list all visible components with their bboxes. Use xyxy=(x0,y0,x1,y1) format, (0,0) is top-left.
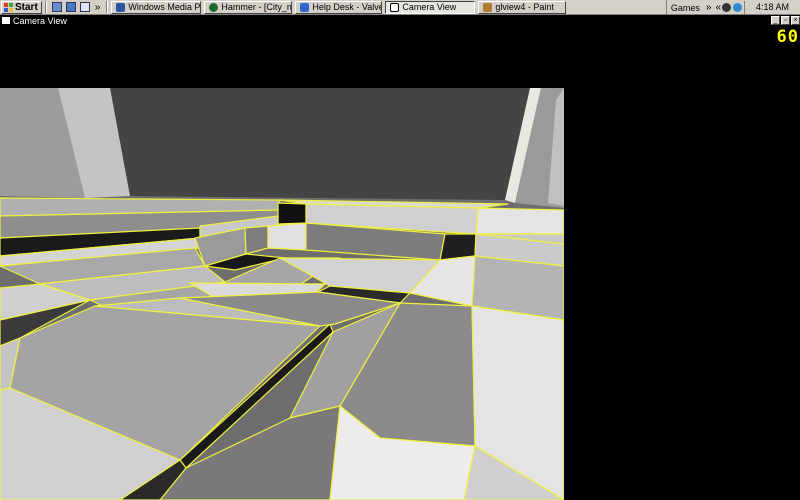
task-camera-view[interactable]: Camera View xyxy=(385,0,476,14)
task-label: glview4 - Paint xyxy=(495,2,554,12)
chevron-right-icon[interactable]: » xyxy=(706,2,712,13)
task-paint[interactable]: glview4 - Paint xyxy=(478,0,567,14)
internet-explorer-icon[interactable] xyxy=(65,2,76,12)
system-tray: Games » « 4:18 AM xyxy=(665,0,800,15)
minimize-button[interactable]: _ xyxy=(771,16,780,25)
task-help-desk[interactable]: Help Desk - Valve ... xyxy=(295,0,383,14)
close-button[interactable]: × xyxy=(791,16,800,25)
task-label: Windows Media Pl... xyxy=(128,2,201,12)
browser-icon xyxy=(300,2,310,12)
windows-logo-icon xyxy=(4,2,13,12)
window-title: Camera View xyxy=(13,15,67,26)
media-player-icon xyxy=(116,2,126,12)
chevron-right-icon[interactable]: » xyxy=(95,2,101,13)
window-titlebar[interactable]: Camera View _ ▫ × xyxy=(0,15,800,26)
paint-icon xyxy=(483,2,493,12)
window-controls: _ ▫ × xyxy=(771,16,800,25)
clock[interactable]: 4:18 AM xyxy=(744,1,800,14)
task-label: Camera View xyxy=(402,2,457,12)
taskbar-separator xyxy=(106,1,109,13)
chevron-left-icon[interactable]: « xyxy=(715,2,721,13)
camera-viewport[interactable] xyxy=(0,88,564,500)
start-label: Start xyxy=(15,1,38,13)
fps-counter: 60 xyxy=(776,27,799,47)
task-hammer[interactable]: Hammer - [City_ni... xyxy=(204,0,293,14)
show-desktop-icon[interactable] xyxy=(51,2,62,12)
globe-icon xyxy=(209,2,219,12)
start-button[interactable]: Start xyxy=(1,0,42,14)
taskbar-separator xyxy=(44,1,47,13)
steam-icon[interactable] xyxy=(722,3,731,12)
network-icon[interactable] xyxy=(733,3,742,12)
task-label: Hammer - [City_ni... xyxy=(221,2,292,12)
window-icon xyxy=(2,17,10,24)
taskbar: Start » Windows Media Pl... Hammer - [Ci… xyxy=(0,0,800,15)
games-toolbar-label[interactable]: Games xyxy=(671,3,700,13)
task-windows-media-player[interactable]: Windows Media Pl... xyxy=(111,0,202,14)
window-icon xyxy=(390,2,400,12)
restore-button[interactable]: ▫ xyxy=(781,16,790,25)
task-label: Help Desk - Valve ... xyxy=(312,2,383,12)
scene-render xyxy=(0,88,564,500)
window-icon[interactable] xyxy=(79,2,90,12)
